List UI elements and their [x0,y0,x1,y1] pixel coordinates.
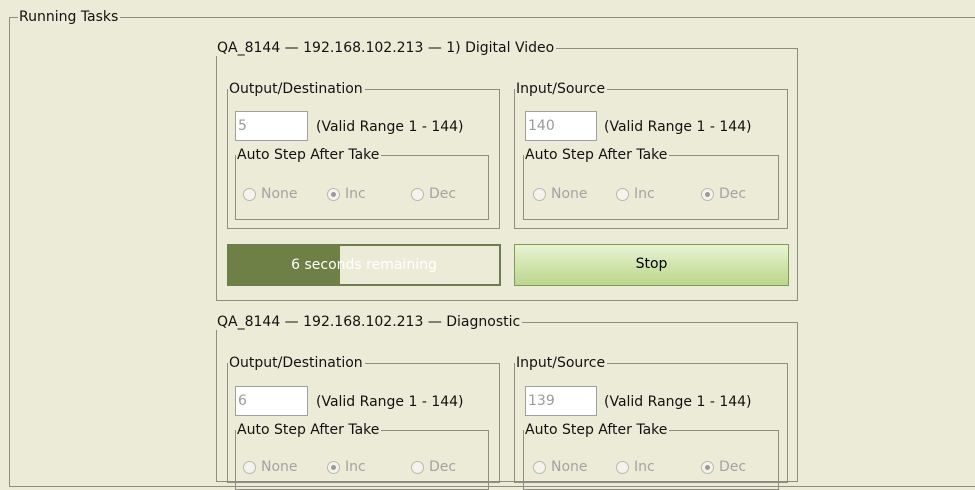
input-valid-range: (Valid Range 1 - 144) [604,119,752,135]
input-source-input[interactable]: 140 [525,111,597,141]
radio-none[interactable]: None [533,186,588,202]
radio-inc-icon [616,460,629,474]
running-tasks-title: Running Tasks [18,9,121,25]
stop-button[interactable]: Stop [514,244,789,286]
radio-dec-selected-icon [701,187,714,201]
radio-inc-label: Inc [345,459,366,475]
radio-inc-selected-icon [327,460,340,474]
radio-inc[interactable]: Inc [327,186,366,202]
output-valid-range: (Valid Range 1 - 144) [316,394,464,410]
radio-inc[interactable]: Inc [616,459,655,475]
output-destination-input[interactable]: 5 [235,111,308,141]
input-source-title: Input/Source [515,81,608,97]
countdown-progress-bar: 6 seconds remaining [227,244,501,286]
input-valid-range: (Valid Range 1 - 144) [604,394,752,410]
radio-inc-label: Inc [634,186,655,202]
radio-none-icon [243,187,256,201]
output-auto-step-title: Auto Step After Take [236,422,382,438]
radio-dec-icon [411,187,424,201]
input-source-input[interactable]: 139 [525,386,597,416]
output-destination-title: Output/Destination [228,81,365,97]
radio-dec-label: Dec [429,459,457,475]
output-destination-input[interactable]: 6 [235,386,308,416]
radio-inc-icon [616,187,629,201]
radio-none-icon [243,460,256,474]
radio-none-icon [533,187,546,201]
radio-none[interactable]: None [243,186,298,202]
radio-none-label: None [551,459,588,475]
output-destination-title: Output/Destination [228,355,365,371]
output-auto-step-title: Auto Step After Take [236,147,382,163]
input-source-title: Input/Source [515,355,608,371]
radio-dec[interactable]: Dec [701,186,746,202]
radio-none[interactable]: None [243,459,298,475]
radio-dec[interactable]: Dec [411,186,456,202]
radio-dec-label: Dec [429,186,457,202]
radio-none-icon [533,460,546,474]
radio-none-label: None [261,186,298,202]
input-auto-step-title: Auto Step After Take [524,147,670,163]
radio-inc[interactable]: Inc [327,459,366,475]
radio-inc[interactable]: Inc [616,186,655,202]
input-auto-step-title: Auto Step After Take [524,422,670,438]
radio-dec-label: Dec [719,186,747,202]
radio-inc-label: Inc [634,459,655,475]
radio-none-label: None [551,186,588,202]
radio-dec-icon [411,460,424,474]
task-title: QA_8144 — 192.168.102.213 — Diagnostic [216,314,523,330]
task-title: QA_8144 — 192.168.102.213 — 1) Digital V… [216,40,557,56]
radio-dec-label: Dec [719,459,747,475]
radio-inc-label: Inc [345,186,366,202]
radio-dec[interactable]: Dec [411,459,456,475]
radio-dec[interactable]: Dec [701,459,746,475]
output-valid-range: (Valid Range 1 - 144) [316,119,464,135]
radio-none-label: None [261,459,298,475]
radio-dec-selected-icon [701,460,714,474]
radio-none[interactable]: None [533,459,588,475]
radio-inc-selected-icon [327,187,340,201]
progress-text: 6 seconds remaining [291,257,437,273]
